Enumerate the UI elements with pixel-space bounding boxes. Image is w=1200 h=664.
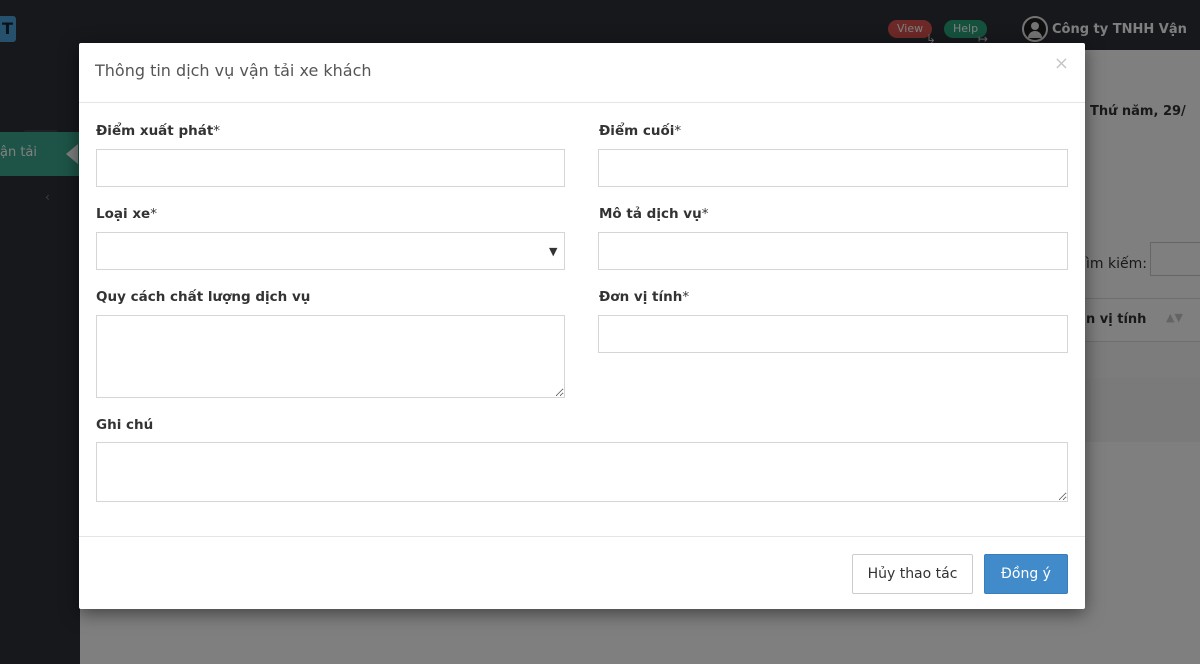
service-description-label-text: Mô tả dịch vụ [599, 206, 702, 222]
close-icon[interactable]: × [1054, 53, 1069, 74]
required-marker: * [682, 289, 690, 305]
service-description-label: Mô tả dịch vụ* [599, 206, 708, 222]
modal-header: Thông tin dịch vụ vận tải xe khách × [79, 43, 1085, 103]
vehicle-type-label: Loại xe* [96, 206, 157, 222]
quality-spec-label: Quy cách chất lượng dịch vụ [96, 289, 311, 305]
start-point-input[interactable] [96, 149, 565, 187]
service-info-modal: Thông tin dịch vụ vận tải xe khách × Điể… [79, 43, 1085, 609]
confirm-button[interactable]: Đồng ý [984, 554, 1068, 594]
required-marker: * [674, 123, 682, 139]
end-point-input[interactable] [598, 149, 1068, 187]
cancel-button[interactable]: Hủy thao tác [852, 554, 973, 594]
note-label: Ghi chú [96, 417, 154, 433]
required-marker: * [150, 206, 157, 222]
vehicle-type-select[interactable] [96, 232, 565, 270]
unit-label: Đơn vị tính* [599, 289, 689, 305]
modal-title: Thông tin dịch vụ vận tải xe khách [95, 61, 372, 80]
note-textarea[interactable] [96, 442, 1068, 502]
end-point-label: Điểm cuối* [599, 123, 681, 139]
unit-input[interactable] [598, 315, 1068, 353]
modal-footer: Hủy thao tác Đồng ý [79, 536, 1085, 609]
start-point-label: Điểm xuất phát* [96, 123, 220, 139]
required-marker: * [701, 206, 709, 222]
start-point-label-text: Điểm xuất phát [96, 123, 214, 139]
quality-spec-textarea[interactable] [96, 315, 565, 398]
required-marker: * [213, 123, 221, 139]
end-point-label-text: Điểm cuối [599, 123, 675, 139]
vehicle-type-label-text: Loại xe [96, 206, 151, 222]
unit-label-text: Đơn vị tính [599, 289, 683, 305]
service-description-input[interactable] [598, 232, 1068, 270]
dropdown-arrow-icon[interactable]: ▼ [549, 245, 557, 258]
